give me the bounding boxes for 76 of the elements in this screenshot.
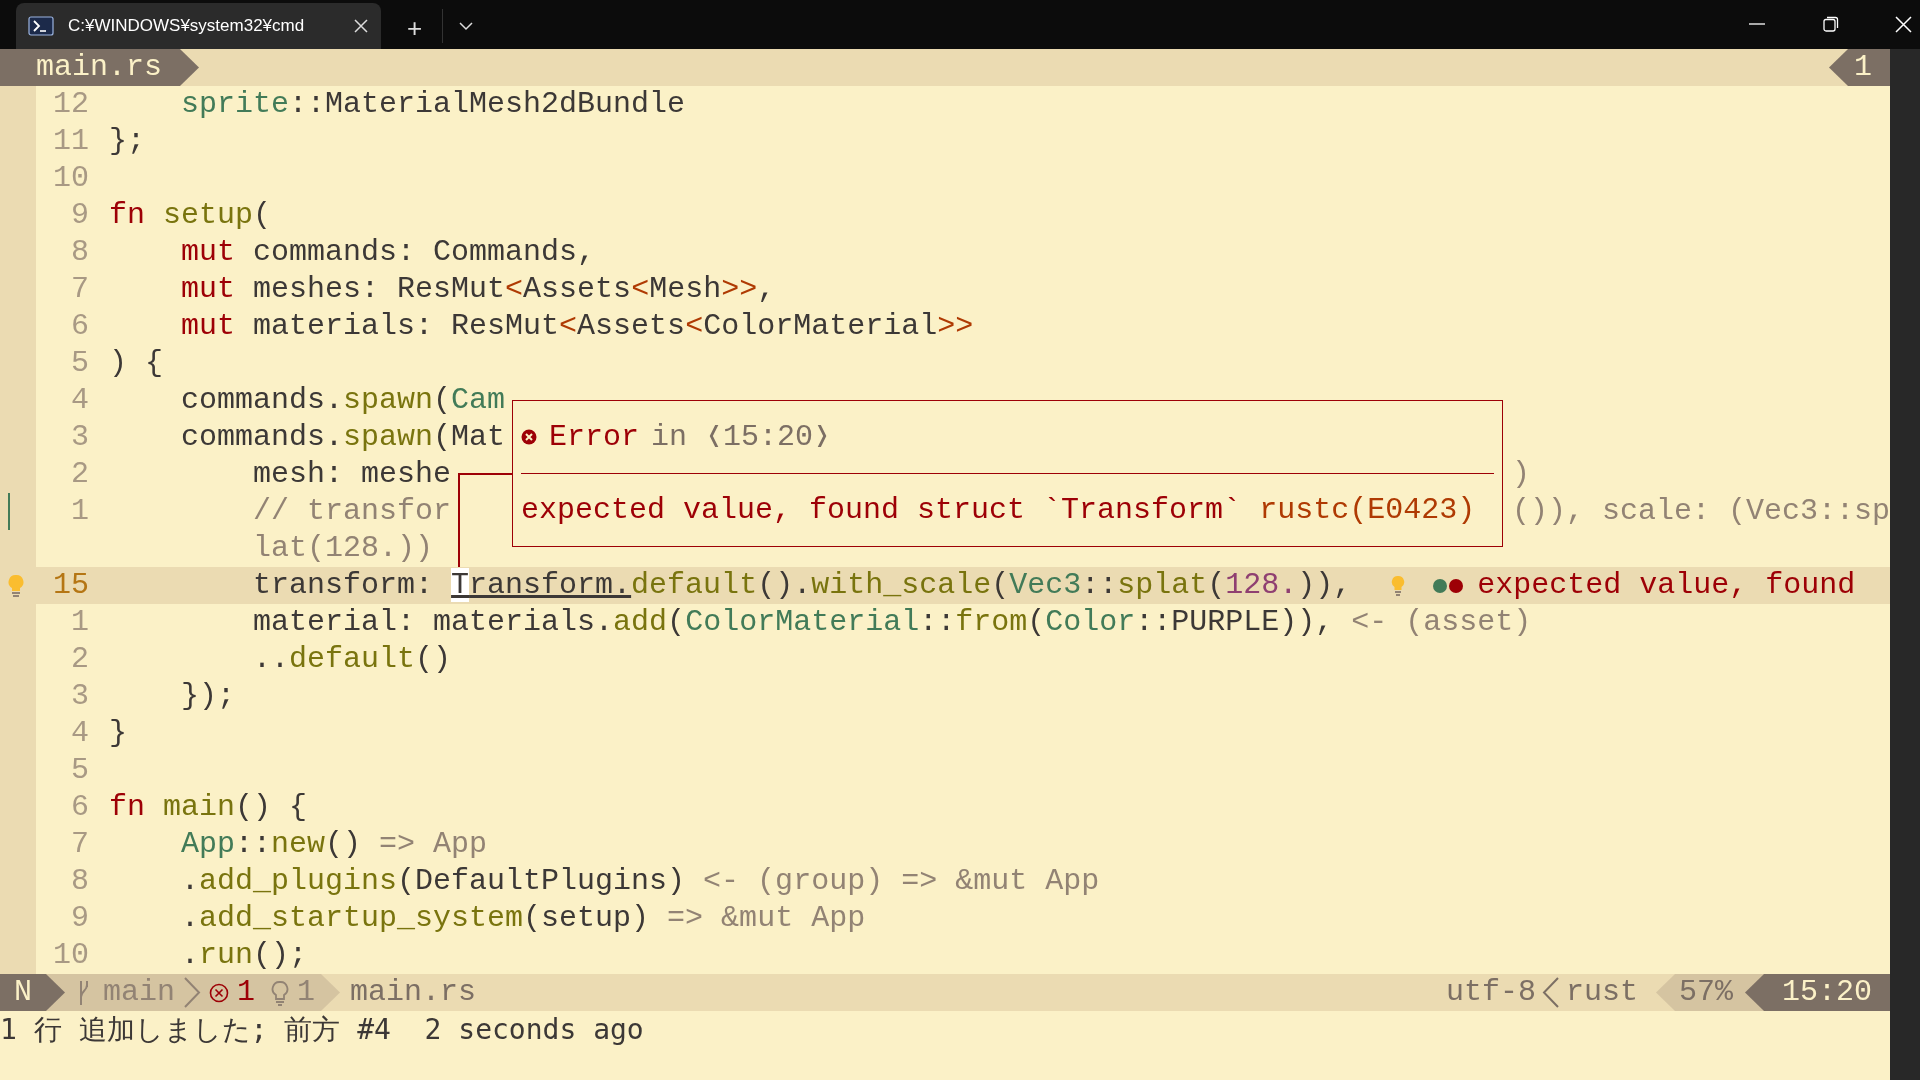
lightbulb-icon[interactable]	[8, 573, 24, 598]
line-number: 9	[70, 197, 89, 234]
code-line: material: materials.add(ColorMaterial::from(Color::PURPLE)), <- (asset)	[252, 604, 1532, 641]
file-encoding: utf-8	[1445, 974, 1536, 1011]
code-line: )	[1512, 456, 1530, 493]
code-line: ()), scale: (Vec3::sp	[1512, 493, 1890, 530]
line-number: 12	[52, 86, 89, 123]
code-line: .add_startup_system(setup) => &mut App	[180, 900, 866, 937]
line-number: 8	[70, 863, 89, 900]
error-icon	[521, 429, 537, 445]
command-message: 1 行 追加しました; 前方 #4 2 seconds ago	[0, 1011, 644, 1048]
code-line: });	[180, 678, 236, 715]
code-line: mut commands: Commands,	[180, 234, 596, 271]
chevron-down-icon[interactable]	[459, 21, 474, 31]
error-count: 1	[237, 974, 256, 1011]
code-line: mut meshes: ResMut<Assets<Mesh>>,	[180, 271, 776, 308]
code-line: }	[109, 715, 127, 752]
line-number: 7	[70, 271, 89, 308]
line-number: 2	[70, 641, 89, 678]
code-line: lat(128.))	[252, 530, 434, 567]
arrow-separator-icon	[1829, 49, 1848, 86]
line-number: 8	[70, 234, 89, 271]
line-number: 7	[70, 826, 89, 863]
line-number: 15	[52, 567, 89, 604]
line-number: 1	[70, 493, 89, 530]
arrow-separator-icon	[1655, 974, 1675, 1011]
file-type: rust	[1565, 974, 1638, 1011]
git-branch-icon	[77, 978, 91, 1007]
new-tab-button[interactable]: +	[401, 15, 429, 41]
line-number: 3	[70, 419, 89, 456]
line-number: 4	[70, 382, 89, 419]
code-line: transform: Transform.default().with_scale(Vec3::splat(128.)),	[252, 567, 1352, 604]
hint-count: 1	[297, 974, 316, 1011]
tab-title: C:¥WINDOWS¥system32¥cmd	[68, 15, 306, 38]
code-line: // transfor	[252, 493, 452, 530]
code-line: .add_plugins(DefaultPlugins) <- (group) => &mut App	[180, 863, 1100, 900]
error-code: rustc(E0423)	[1259, 491, 1476, 529]
code-line: mesh: meshe	[252, 456, 452, 493]
line-number: 10	[52, 937, 89, 974]
git-branch: main	[103, 974, 176, 1011]
line-number: 5	[70, 345, 89, 382]
file-name: main.rs	[350, 974, 477, 1011]
line-number: 11	[52, 123, 89, 160]
code-line: fn setup(	[109, 197, 272, 234]
code-line: mut materials: ResMut<Assets<ColorMaterial>>	[180, 308, 974, 345]
terminal-tab[interactable]: C:¥WINDOWS¥system32¥cmd	[16, 3, 381, 49]
code-line: ..default()	[252, 641, 452, 678]
arrow-separator-icon	[180, 49, 200, 86]
lightbulb-icon	[1391, 574, 1406, 597]
line-number: 6	[70, 789, 89, 826]
line-number: 4	[70, 715, 89, 752]
arrow-separator-icon	[46, 974, 65, 1011]
code-line: commands.spawn(Mat	[180, 419, 506, 456]
line-number: 2	[70, 456, 89, 493]
inline-diagnostic: expected value, found	[1477, 567, 1856, 604]
terminal-icon	[28, 16, 54, 36]
code-line: fn main() {	[109, 789, 308, 826]
restore-icon[interactable]	[1823, 16, 1839, 32]
code-line: ) {	[109, 345, 163, 382]
error-location: in ❬15:20❭	[651, 418, 832, 456]
code-line: sprite::MaterialMesh2dBundle	[180, 86, 686, 123]
error-message: expected value, found struct `Transform`	[521, 491, 1242, 529]
line-number: 9	[70, 900, 89, 937]
line-number: 3	[70, 678, 89, 715]
line-number: 1	[70, 604, 89, 641]
error-icon	[209, 982, 230, 1003]
code-line: commands.spawn(Cam	[180, 382, 506, 419]
line-number: 5	[70, 752, 89, 789]
line-number: 6	[70, 308, 89, 345]
error-title: Error	[549, 418, 639, 456]
code-line: .run();	[180, 937, 308, 974]
lightbulb-icon	[271, 979, 290, 1006]
code-line: App::new() => App	[180, 826, 488, 863]
code-line: };	[109, 123, 145, 160]
close-icon[interactable]	[353, 18, 369, 34]
line-number: 10	[52, 160, 89, 197]
